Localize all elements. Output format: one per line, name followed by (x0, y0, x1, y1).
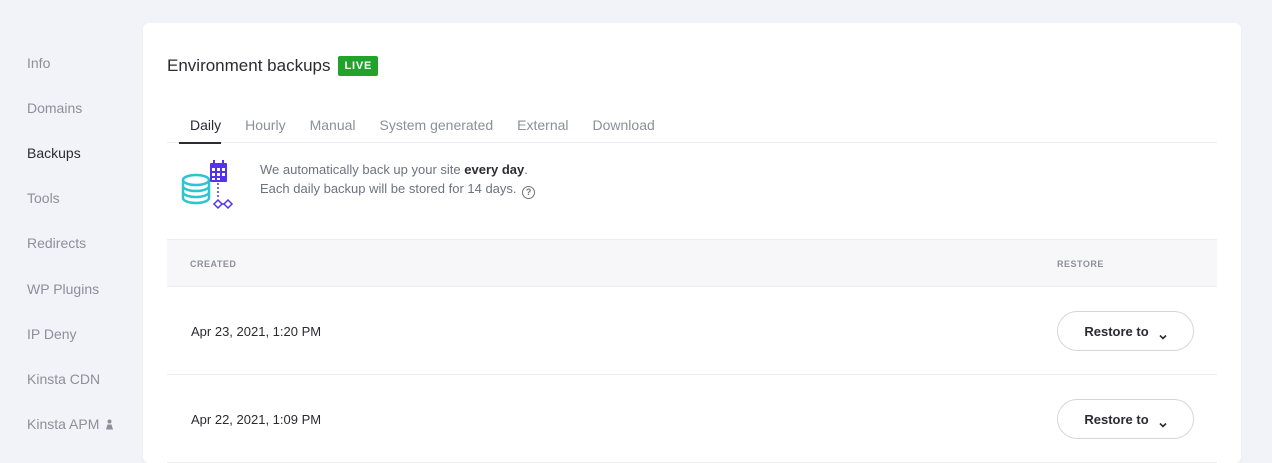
person-icon (105, 419, 114, 430)
tab-system-generated[interactable]: System generated (368, 111, 506, 143)
backup-created-date: Apr 22, 2021, 1:09 PM (191, 412, 322, 427)
sidebar-item-info[interactable]: Info (27, 55, 50, 71)
tab-manual[interactable]: Manual (298, 111, 368, 143)
live-badge: LIVE (338, 56, 379, 76)
sidebar-item-backups[interactable]: Backups (27, 145, 81, 161)
info-row: We automatically back up your site every… (180, 159, 536, 217)
page-title: Environment backups (167, 56, 331, 75)
backups-table: CREATED RESTORE Apr 23, 2021, 1:20 PM Re… (167, 239, 1217, 463)
help-icon[interactable]: ? (522, 186, 536, 199)
column-header-restore: RESTORE (1057, 259, 1104, 269)
restore-button-label: Restore to (1084, 323, 1149, 339)
sidebar-item-label: Domains (27, 100, 83, 116)
sidebar-item-kinsta-cdn[interactable]: Kinsta CDN (27, 371, 100, 387)
info-line-2: Each daily backup will be stored for 14 … (260, 179, 536, 199)
tab-hourly[interactable]: Hourly (233, 111, 297, 143)
sidebar-item-label: Redirects (27, 235, 87, 251)
backups-card: Environment backups LIVE Daily Hourly Ma… (143, 23, 1241, 463)
database-calendar-icon (180, 159, 234, 217)
table-header: CREATED RESTORE (167, 239, 1217, 287)
info-emphasis: every day (464, 162, 525, 177)
sidebar-item-domains[interactable]: Domains (27, 100, 82, 116)
table-row: Apr 23, 2021, 1:20 PM Restore to (167, 287, 1217, 375)
column-header-created: CREATED (190, 259, 237, 269)
tab-external[interactable]: External (505, 111, 580, 143)
sidebar-item-label: Kinsta CDN (27, 371, 101, 387)
sidebar: Info Domains Backups Tools Redirects WP … (0, 0, 140, 453)
backup-created-date: Apr 23, 2021, 1:20 PM (191, 324, 322, 339)
sidebar-item-redirects[interactable]: Redirects (27, 235, 86, 251)
table-row: Apr 22, 2021, 1:09 PM Restore to (167, 375, 1217, 463)
sidebar-item-label: Kinsta APM (27, 416, 100, 432)
chevron-down-icon (1159, 328, 1167, 340)
sidebar-item-label: IP Deny (27, 326, 77, 342)
title-row: Environment backups LIVE (167, 56, 379, 76)
sidebar-item-ip-deny[interactable]: IP Deny (27, 326, 77, 342)
chevron-down-icon (1159, 416, 1167, 428)
sidebar-item-label: Backups (27, 145, 81, 161)
restore-button-label: Restore to (1084, 411, 1149, 427)
sidebar-item-tools[interactable]: Tools (27, 190, 60, 206)
sidebar-item-label: Info (27, 55, 51, 71)
sidebar-item-kinsta-apm[interactable]: Kinsta APM (27, 416, 114, 432)
sidebar-item-label: Tools (27, 190, 60, 206)
sidebar-item-wp-plugins[interactable]: WP Plugins (27, 281, 99, 297)
restore-to-button[interactable]: Restore to (1057, 311, 1194, 351)
info-text: We automatically back up your site every… (260, 159, 536, 217)
sidebar-item-label: WP Plugins (27, 281, 100, 297)
info-line-1: We automatically back up your site every… (260, 162, 528, 177)
tab-daily[interactable]: Daily (167, 111, 233, 144)
tab-download[interactable]: Download (581, 111, 667, 143)
backup-tabs: Daily Hourly Manual System generated Ext… (167, 111, 1217, 144)
restore-to-button[interactable]: Restore to (1057, 399, 1194, 439)
